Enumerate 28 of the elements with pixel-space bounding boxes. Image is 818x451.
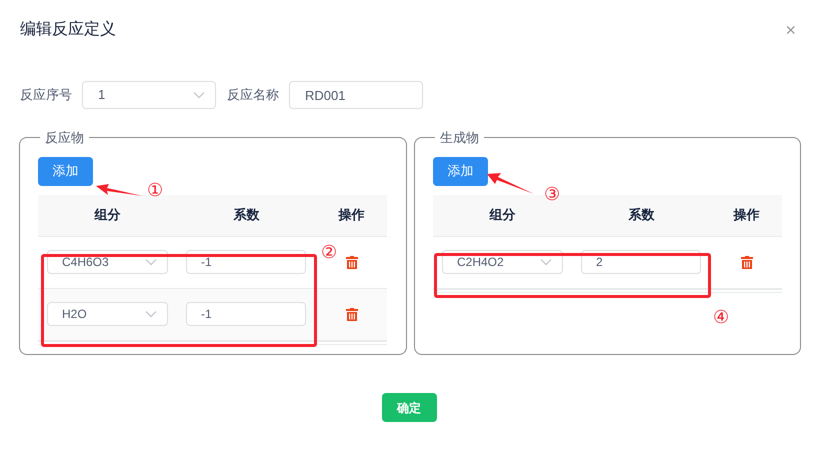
field-label: 反应序号 bbox=[20, 86, 72, 104]
select-field[interactable]: 1 bbox=[82, 81, 216, 109]
caret-icon bbox=[540, 258, 552, 266]
column-header: 操作 bbox=[337, 206, 366, 224]
panel-legend: 反应物 bbox=[40, 128, 89, 148]
column-header: 组分 bbox=[488, 206, 516, 224]
arrow-icon bbox=[487, 172, 534, 194]
delete-icon[interactable] bbox=[346, 256, 358, 268]
caret-icon bbox=[193, 91, 205, 99]
column-header: 系数 bbox=[628, 206, 656, 224]
delete-icon[interactable] bbox=[346, 308, 358, 320]
field-label: 反应名称 bbox=[227, 86, 279, 104]
panel-legend: 生成物 bbox=[435, 128, 484, 148]
input-field[interactable]: RD001 bbox=[289, 81, 423, 109]
annotation-number: ④ bbox=[713, 308, 729, 326]
column-header: 组分 bbox=[93, 206, 122, 224]
caret-icon bbox=[145, 310, 157, 318]
annotation-number: ① bbox=[147, 180, 163, 198]
delete-icon[interactable] bbox=[740, 256, 752, 268]
annotation-number: ③ bbox=[544, 184, 560, 202]
column-header: 操作 bbox=[732, 206, 760, 224]
annotation-number: ② bbox=[321, 242, 337, 260]
caret-icon bbox=[145, 258, 157, 266]
coefficient-input[interactable]: -1 bbox=[186, 302, 306, 326]
component-select[interactable]: H2O bbox=[47, 302, 168, 326]
column-header: 系数 bbox=[232, 206, 260, 224]
arrow-icon bbox=[96, 184, 143, 196]
dialog-title: 编辑反应定义 bbox=[20, 20, 116, 40]
